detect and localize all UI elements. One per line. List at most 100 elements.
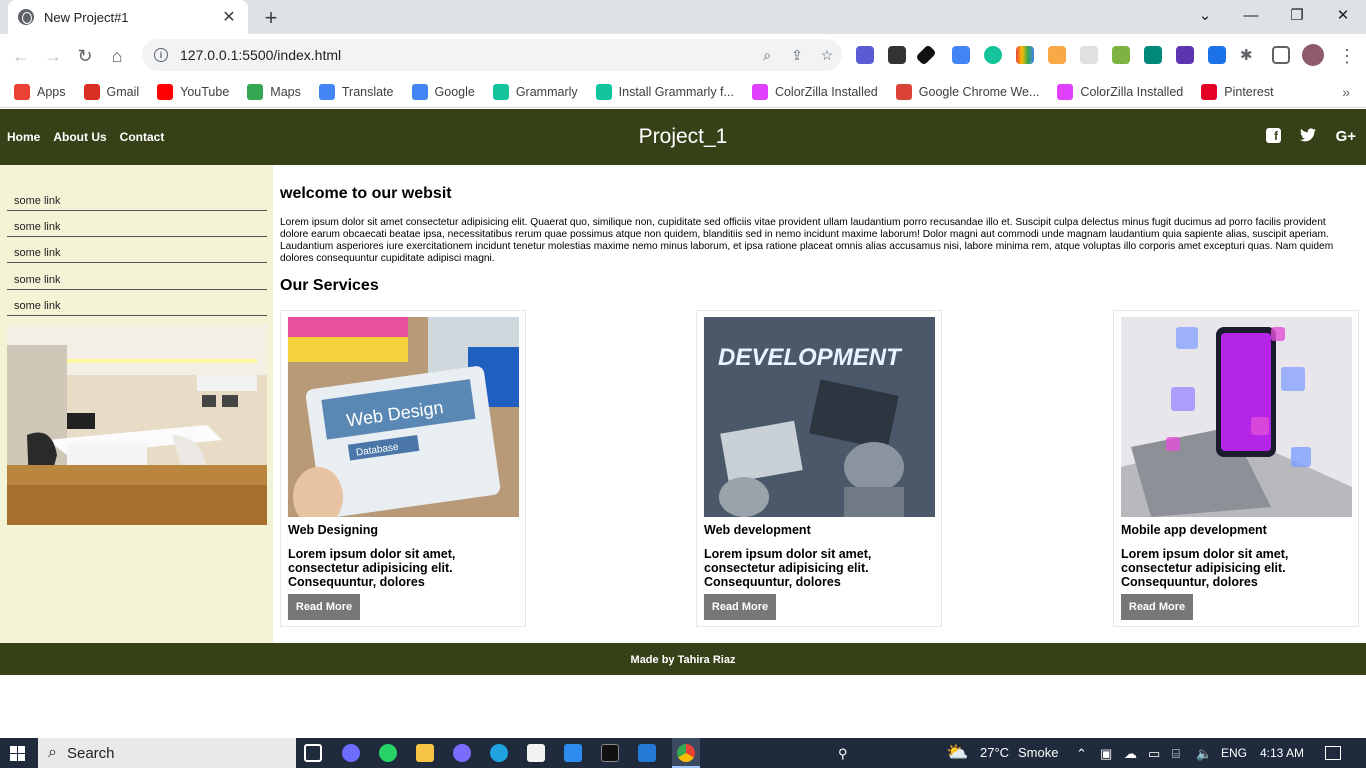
- extension-icon[interactable]: [1176, 46, 1194, 64]
- sidebar-link[interactable]: some link: [7, 185, 267, 211]
- bookmark-item[interactable]: Maps: [247, 83, 301, 100]
- taskbar-search-box[interactable]: ⌕ Search: [38, 738, 296, 768]
- reload-button[interactable]: ↻: [72, 43, 98, 69]
- restore-button[interactable]: ❐: [1274, 0, 1320, 30]
- office-photo: [7, 325, 267, 525]
- onedrive-cloud-icon[interactable]: ☁: [1124, 746, 1137, 762]
- bookmark-item[interactable]: Pinterest: [1201, 83, 1274, 100]
- network-icon[interactable]: ⌸: [1172, 746, 1180, 762]
- edge-icon[interactable]: [490, 744, 508, 762]
- extension-icon[interactable]: [856, 46, 874, 64]
- bookmark-item[interactable]: ColorZilla Installed: [751, 83, 878, 100]
- app-icon[interactable]: [453, 744, 471, 762]
- bookmarks-overflow-icon[interactable]: »: [1342, 84, 1350, 100]
- bookmark-label: Apps: [37, 84, 66, 99]
- chevron-up-icon[interactable]: ⌃: [1076, 746, 1087, 762]
- zoom-icon[interactable]: ⌕: [752, 47, 782, 64]
- read-more-button[interactable]: Read More: [704, 594, 776, 620]
- new-tab-button[interactable]: +: [260, 5, 282, 31]
- people-icon[interactable]: ⚲: [838, 746, 848, 762]
- bookmark-item[interactable]: ColorZilla Installed: [1057, 83, 1183, 100]
- extension-icon[interactable]: [1112, 46, 1130, 64]
- bookmark-item[interactable]: Google Chrome We...: [895, 83, 1039, 100]
- mail-icon[interactable]: [564, 744, 582, 762]
- site-info-icon[interactable]: i: [154, 48, 168, 62]
- sidebar: some link some link some link some link …: [0, 165, 273, 643]
- terminal-icon[interactable]: [601, 744, 619, 762]
- puzzle-extensions-icon[interactable]: ✱: [1240, 46, 1258, 64]
- battery-icon[interactable]: ▭: [1148, 746, 1160, 762]
- tab-close-icon[interactable]: ✕: [220, 7, 238, 27]
- back-button[interactable]: ←: [8, 43, 34, 69]
- twitter-icon[interactable]: [1300, 128, 1316, 146]
- profile-avatar[interactable]: [1302, 44, 1324, 66]
- chrome-taskbar-button[interactable]: [672, 738, 700, 768]
- side-panel-icon[interactable]: [1272, 46, 1290, 64]
- tab-search-chevron-icon[interactable]: ⌄: [1182, 0, 1228, 30]
- colorzilla-extension-icon[interactable]: [1016, 46, 1034, 64]
- sidebar-link[interactable]: some link: [7, 290, 267, 316]
- whatsapp-icon[interactable]: [379, 744, 397, 762]
- grammarly-icon: [595, 83, 612, 100]
- bookmark-label: Translate: [341, 84, 394, 99]
- windows-taskbar: ⌕ Search ⚲ ⛅ 27°C Smoke ⌃ ▣ ☁ ▭ ⌸ 🔈 ENG …: [0, 738, 1366, 768]
- windows-start-icon[interactable]: [10, 746, 25, 761]
- store-icon[interactable]: [527, 744, 545, 762]
- mobile-app-image: [1121, 317, 1352, 517]
- web-design-image: Web Design Database: [288, 317, 519, 517]
- extension-icon[interactable]: [888, 46, 906, 64]
- bookmark-label: ColorZilla Installed: [774, 84, 878, 99]
- bookmark-item[interactable]: Gmail: [83, 83, 139, 100]
- development-image-text: DEVELOPMENT: [718, 344, 903, 371]
- minimize-button[interactable]: —: [1228, 0, 1274, 30]
- tray-icon[interactable]: ▣: [1100, 746, 1112, 762]
- bookmark-item[interactable]: Apps: [14, 83, 66, 100]
- home-button[interactable]: ⌂: [104, 43, 130, 69]
- extension-icon[interactable]: [1208, 46, 1226, 64]
- url-text[interactable]: 127.0.0.1:5500/index.html: [180, 47, 752, 63]
- browser-tab[interactable]: New Project#1 ✕: [8, 0, 248, 34]
- task-view-icon[interactable]: [304, 744, 322, 762]
- bookmark-item[interactable]: Install Grammarly f...: [595, 83, 734, 100]
- google-plus-icon[interactable]: G+: [1336, 128, 1356, 145]
- extension-icon[interactable]: [1080, 46, 1098, 64]
- address-bar[interactable]: i 127.0.0.1:5500/index.html ⌕ ⇪ ☆: [142, 39, 842, 71]
- extension-icon[interactable]: [1048, 46, 1066, 64]
- translate-icon: [318, 83, 335, 100]
- notification-icon[interactable]: [1325, 746, 1341, 760]
- volume-icon[interactable]: 🔈: [1196, 746, 1212, 762]
- sidebar-link[interactable]: some link: [7, 211, 267, 237]
- close-window-button[interactable]: ✕: [1320, 0, 1366, 30]
- service-card-web-development: DEVELOPMENT Web development Lorem ipsum …: [696, 310, 942, 627]
- sidebar-link[interactable]: some link: [7, 264, 267, 290]
- facebook-icon[interactable]: f: [1266, 128, 1281, 143]
- site-footer: Made by Tahira Riaz: [0, 643, 1366, 675]
- bookmark-item[interactable]: Grammarly: [492, 83, 578, 100]
- weather-cloud-icon[interactable]: ⛅: [946, 742, 968, 763]
- forward-button[interactable]: →: [40, 43, 66, 69]
- bookmark-item[interactable]: Translate: [318, 83, 394, 100]
- grammarly-icon: [492, 83, 509, 100]
- bookmark-item[interactable]: Google: [411, 83, 475, 100]
- chrome-icon: [895, 83, 912, 100]
- extension-icon[interactable]: [1144, 46, 1162, 64]
- bookmark-label: Pinterest: [1224, 84, 1274, 99]
- translate-extension-icon[interactable]: [952, 46, 970, 64]
- eyedropper-icon[interactable]: [915, 44, 937, 66]
- clock[interactable]: 4:13 AM: [1260, 746, 1304, 760]
- vscode-icon[interactable]: [638, 744, 656, 762]
- read-more-button[interactable]: Read More: [288, 594, 360, 620]
- site-title: Project_1: [638, 125, 728, 148]
- share-icon[interactable]: ⇪: [782, 47, 812, 64]
- bookmark-star-icon[interactable]: ☆: [812, 47, 842, 64]
- file-explorer-icon[interactable]: [416, 744, 434, 762]
- widgets-icon[interactable]: [342, 744, 360, 762]
- menu-kebab-icon[interactable]: ⋮: [1334, 43, 1360, 69]
- language-indicator[interactable]: ENG: [1221, 746, 1247, 760]
- bookmark-item[interactable]: YouTube: [157, 83, 229, 100]
- read-more-button[interactable]: Read More: [1121, 594, 1193, 620]
- grammarly-extension-icon[interactable]: [984, 46, 1002, 64]
- service-text: Lorem ipsum dolor sit amet, consectetur …: [704, 547, 872, 589]
- sidebar-link[interactable]: some link: [7, 237, 267, 263]
- youtube-icon: [157, 83, 174, 100]
